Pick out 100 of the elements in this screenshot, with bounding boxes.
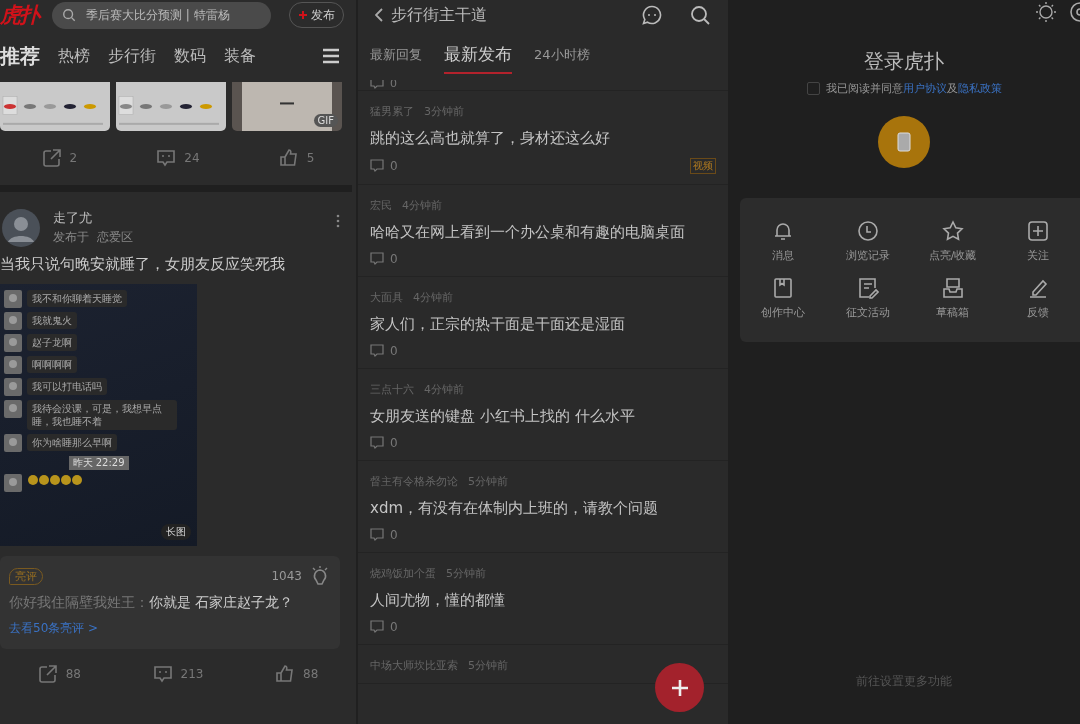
menu-item[interactable]: 点亮/收藏 — [910, 220, 995, 263]
phone-login-button[interactable] — [878, 116, 930, 168]
post-title[interactable]: 女朋友送的键盘 小红书上找的 什么水平 — [370, 407, 716, 426]
back-icon[interactable] — [375, 8, 383, 22]
menu-icon[interactable] — [322, 48, 340, 64]
menu-item[interactable]: 浏览记录 — [825, 220, 910, 263]
light-count: 1043 — [271, 569, 302, 583]
search-field[interactable]: 季后赛大比分预测 | 特雷杨 — [52, 1, 271, 29]
tab[interactable]: 步行街 — [108, 45, 156, 67]
reply-icon — [370, 528, 384, 542]
reply-count: 0 — [390, 252, 398, 266]
reply-icon — [370, 620, 384, 634]
book-icon — [771, 277, 794, 299]
comment-icon[interactable] — [156, 148, 177, 168]
comment-count: 24 — [184, 151, 200, 165]
share-icon[interactable] — [41, 148, 62, 168]
comment-count: 213 — [180, 667, 204, 681]
chat-avatar — [4, 400, 22, 418]
emoji-row-drawing — [27, 474, 83, 486]
reply-count: 0 — [390, 620, 398, 634]
thumbs-up-icon[interactable] — [275, 664, 295, 684]
post-title[interactable]: xdm，有没有在体制内上班的，请教个问题 — [370, 499, 716, 518]
chat-screenshot[interactable]: 我不和你聊着天睡觉 我就鬼火 赵子龙啊 啊啊啊啊 我可以打电话吗 我待会没课，可是，我想早点睡，我也睡不着 你为啥睡那么早啊 昨天 22:29 长图 — [0, 284, 197, 546]
search-icon[interactable] — [690, 5, 710, 25]
menu-item[interactable]: 征文活动 — [825, 277, 910, 320]
tab[interactable]: 热榜 — [58, 45, 90, 67]
chat-avatar — [4, 474, 22, 492]
plus-icon — [669, 677, 690, 698]
plus-icon — [1026, 220, 1049, 242]
chat-bubble: 我不和你聊着天睡觉 — [27, 290, 127, 307]
section-name[interactable]: 恋爱区 — [97, 229, 133, 246]
note-icon — [856, 277, 879, 299]
chat-avatar — [4, 378, 22, 396]
menu-item[interactable]: 关注 — [995, 220, 1080, 263]
chat-bubble: 赵子龙啊 — [27, 334, 77, 351]
reply-icon — [370, 344, 384, 358]
chat-avatar — [4, 290, 22, 308]
app-logo: 虎扑 — [0, 1, 40, 29]
clock-icon — [856, 220, 879, 242]
tray-icon — [941, 277, 964, 299]
more-icon[interactable] — [336, 214, 340, 228]
policy-link[interactable]: 用户协议 — [902, 82, 947, 95]
avatar — [2, 209, 40, 247]
agree-checkbox[interactable] — [806, 82, 820, 95]
chat-bubble: 你为啥睡那么早啊 — [27, 434, 117, 451]
menu-item[interactable]: 消息 — [740, 220, 825, 263]
chat-timestamp: 昨天 22:29 — [68, 456, 129, 470]
star-icon — [941, 220, 964, 242]
post-title[interactable]: 人间尤物，懂的都懂 — [370, 591, 716, 610]
chat-bubble: 啊啊啊啊 — [27, 356, 77, 373]
reply-count: 0 — [390, 528, 398, 542]
tab[interactable]: 装备 — [224, 45, 256, 67]
agreement-text: 我已阅读并同意用户协议及隐私政策 — [825, 81, 1002, 96]
tab[interactable]: 24小时榜 — [534, 40, 590, 70]
reply-icon — [370, 80, 384, 90]
phone-icon — [897, 132, 911, 152]
chat-avatar — [4, 434, 22, 452]
chat-avatar — [4, 356, 22, 374]
menu-item[interactable]: 草稿箱 — [910, 277, 995, 320]
comment-icon[interactable] — [152, 664, 173, 684]
like-count: 88 — [303, 667, 319, 681]
chat-bubble: 我就鬼火 — [27, 312, 77, 329]
tab[interactable]: 最新发布 — [444, 36, 512, 74]
like-count: 5 — [306, 151, 315, 165]
reply-count: 0 — [390, 159, 398, 173]
chat-avatar — [4, 334, 22, 352]
thumbs-up-icon[interactable] — [278, 148, 299, 168]
sun-icon[interactable] — [1035, 1, 1057, 23]
tab[interactable]: 数码 — [174, 45, 206, 67]
page-title: 步行街主干道 — [391, 4, 488, 26]
chat-bubble: 我可以打电话吗 — [27, 378, 107, 395]
login-title: 登录虎扑 — [863, 48, 945, 75]
posted-in-label: 发布于 — [53, 229, 89, 246]
policy-link[interactable]: 隐私政策 — [957, 82, 1002, 95]
menu-item[interactable]: 反馈 — [995, 277, 1080, 320]
more-comments-link[interactable]: 去看50条亮评 > — [9, 620, 330, 637]
post-title[interactable]: 当我只说句晚安就睡了，女朋友反应笑死我 — [0, 247, 356, 274]
comment-text: 你就是 石家庄赵子龙？ — [149, 594, 294, 612]
share-icon[interactable] — [37, 664, 58, 684]
author-name[interactable]: 走了尤 — [53, 209, 133, 227]
share-count: 2 — [69, 151, 78, 165]
video-tag: 视频 — [690, 158, 716, 174]
chat-icon[interactable] — [642, 5, 662, 25]
post-title[interactable]: 哈哈又在网上看到一个办公桌和有趣的电脑桌面 — [370, 223, 716, 242]
long-image-badge: 长图 — [161, 524, 191, 540]
new-post-button[interactable] — [655, 663, 704, 712]
lightbulb-icon[interactable] — [310, 566, 330, 586]
reply-icon — [370, 252, 384, 266]
chat-avatar — [4, 312, 22, 330]
post-title[interactable]: 跳的这么高也就算了，身材还这么好 — [370, 129, 716, 148]
reply-count: 0 — [390, 344, 398, 358]
share-count: 88 — [65, 667, 81, 681]
tab[interactable]: 推荐 — [0, 42, 40, 70]
menu-item[interactable]: 创作中心 — [740, 277, 825, 320]
post-title[interactable]: 家人们，正宗的热干面是干面还是湿面 — [370, 315, 716, 334]
settings-icon[interactable] — [1069, 1, 1080, 23]
reply-icon — [370, 159, 384, 173]
tab[interactable]: 最新回复 — [370, 40, 422, 70]
plus-icon — [298, 10, 308, 20]
search-icon — [62, 8, 76, 22]
